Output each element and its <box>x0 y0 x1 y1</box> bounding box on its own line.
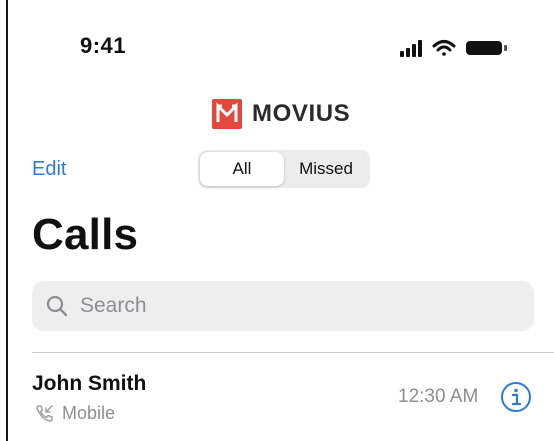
call-list-item[interactable]: John Smith Mobile 12:30 AM <box>0 353 554 441</box>
signal-icon <box>400 40 422 57</box>
info-icon[interactable] <box>500 381 532 413</box>
battery-icon <box>466 41 507 55</box>
search-icon <box>46 295 68 317</box>
call-time: 12:30 AM <box>398 386 479 407</box>
segment-missed[interactable]: Missed <box>284 152 368 186</box>
search-bar[interactable] <box>32 281 534 331</box>
movius-logo-icon <box>212 99 242 129</box>
edit-button[interactable]: Edit <box>32 158 66 181</box>
brand-name: MOVIUS <box>252 100 351 127</box>
segment-all[interactable]: All <box>200 152 284 186</box>
status-time: 9:41 <box>80 33 127 58</box>
call-type-label: Mobile <box>62 403 116 423</box>
wifi-icon <box>432 40 456 56</box>
status-icons <box>400 40 507 57</box>
search-input[interactable] <box>78 293 502 319</box>
incoming-call-icon <box>36 404 53 422</box>
page-title: Calls <box>32 210 139 259</box>
call-filter-segmented-control[interactable]: All Missed <box>198 150 370 188</box>
contact-name: John Smith <box>32 372 147 395</box>
brand-header: MOVIUS <box>212 98 350 130</box>
call-type: Mobile <box>34 403 115 424</box>
